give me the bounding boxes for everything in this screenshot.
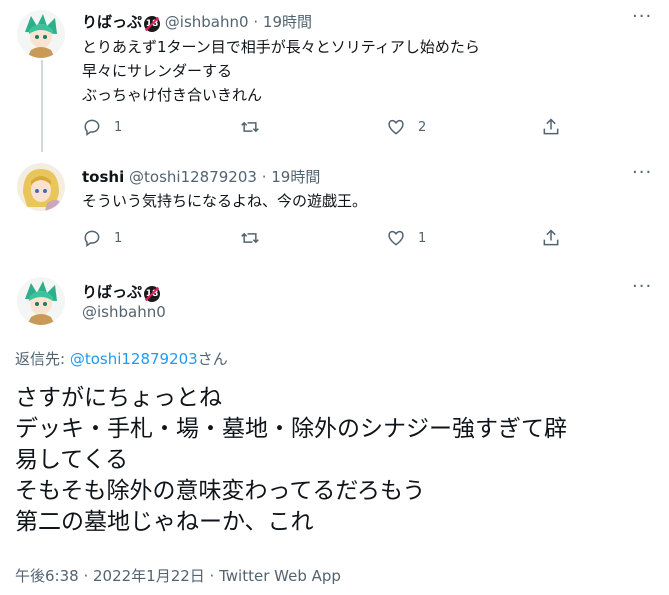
avatar-ribappu[interactable] (17, 10, 65, 58)
tweet1-header: りばっぷ 18 @ishbahn0 · 19時間 (82, 11, 312, 32)
share-icon (543, 118, 559, 135)
main-tweet-text: さすがにちょっとね デッキ・手札・場・墓地・除外のシナジー強すぎて辟 易してくる… (15, 383, 567, 538)
main-tweet-line: さすがにちょっとね (15, 385, 222, 411)
avatar-toshi[interactable] (17, 163, 65, 211)
tweet1-like-count: 2 (418, 119, 427, 135)
tweet2-more-icon[interactable]: ··· (632, 162, 652, 183)
tweet1-line: ぶっちゃけ付き合いきれん (82, 86, 263, 104)
tweet1-text: とりあえず1ターン目で相手が長々とソリティアし始めたら 早々にサレンダーする ぶ… (82, 35, 480, 107)
tweet1-reply-count: 1 (114, 119, 123, 135)
tweet2-handle[interactable]: @toshi12879203 (129, 168, 257, 186)
reply-to-label: 返信先: (15, 350, 70, 368)
main-tweet-display-name[interactable]: りばっぷ (82, 283, 142, 301)
tweet2-like-count: 1 (418, 230, 427, 246)
tweet2-header: toshi @toshi12879203 · 19時間 (82, 166, 320, 187)
age-18-badge-icon: 18 (144, 16, 161, 32)
main-tweet-line: 第二の墓地じゃねーか、これ (15, 509, 314, 535)
reply-to-handle-link[interactable]: @toshi12879203 (70, 350, 198, 368)
tweet1-handle[interactable]: @ishbahn0 (165, 13, 249, 31)
tweet1-like-button[interactable]: 2 (386, 117, 426, 137)
reply-icon (84, 230, 100, 247)
tweet1-share-button[interactable] (541, 117, 561, 137)
tweet2-retweet-button[interactable] (240, 228, 272, 248)
retweet-icon (241, 121, 259, 133)
tweet1-retweet-button[interactable] (240, 117, 272, 137)
heart-icon (388, 230, 404, 246)
tweet1-separator: · (253, 13, 259, 31)
main-tweet-meta[interactable]: 午後6:38 · 2022年1月22日 · Twitter Web App (15, 565, 341, 586)
reply-to-line: 返信先: @toshi12879203さん (15, 348, 228, 369)
tweet2-share-button[interactable] (541, 228, 561, 248)
tweet2-display-name[interactable]: toshi (82, 168, 124, 186)
tweet1-display-name[interactable]: りばっぷ (82, 13, 142, 31)
main-tweet-handle[interactable]: @ishbahn0 (82, 303, 166, 321)
tweet1-more-icon[interactable]: ··· (632, 6, 652, 27)
main-tweet-line: そもそも除外の意味変わってるだろもう (15, 478, 426, 504)
tweet1-time[interactable]: 19時間 (263, 13, 312, 31)
tweet2-like-button[interactable]: 1 (386, 228, 426, 248)
main-tweet-more-icon[interactable]: ··· (632, 276, 652, 297)
tweet2-time[interactable]: 19時間 (271, 168, 320, 186)
tweet1-reply-button[interactable]: 1 (82, 117, 122, 137)
main-tweet-line: デッキ・手札・場・墓地・除外のシナジー強すぎて辟 (15, 416, 567, 442)
main-tweet-line: 易してくる (15, 447, 129, 473)
tweet2-text: そういう気持ちになるよね、今の遊戯王。 (82, 192, 368, 210)
reply-to-suffix: さん (197, 350, 228, 368)
tweet1-line: 早々にサレンダーする (82, 62, 233, 80)
age-18-badge-icon: 18 (144, 286, 161, 302)
tweet1-line: とりあえず1ターン目で相手が長々とソリティアし始めたら (82, 38, 480, 56)
tweet2-separator: · (261, 168, 267, 186)
retweet-icon (241, 232, 259, 244)
main-tweet-name-row: りばっぷ 18 (82, 281, 161, 302)
heart-icon (388, 119, 404, 135)
share-icon (543, 229, 559, 246)
tweet2-reply-button[interactable]: 1 (82, 228, 122, 248)
thread-line (41, 60, 43, 152)
tweet2-reply-count: 1 (114, 230, 123, 246)
avatar-ribappu-main[interactable] (17, 277, 65, 325)
reply-icon (84, 119, 100, 136)
